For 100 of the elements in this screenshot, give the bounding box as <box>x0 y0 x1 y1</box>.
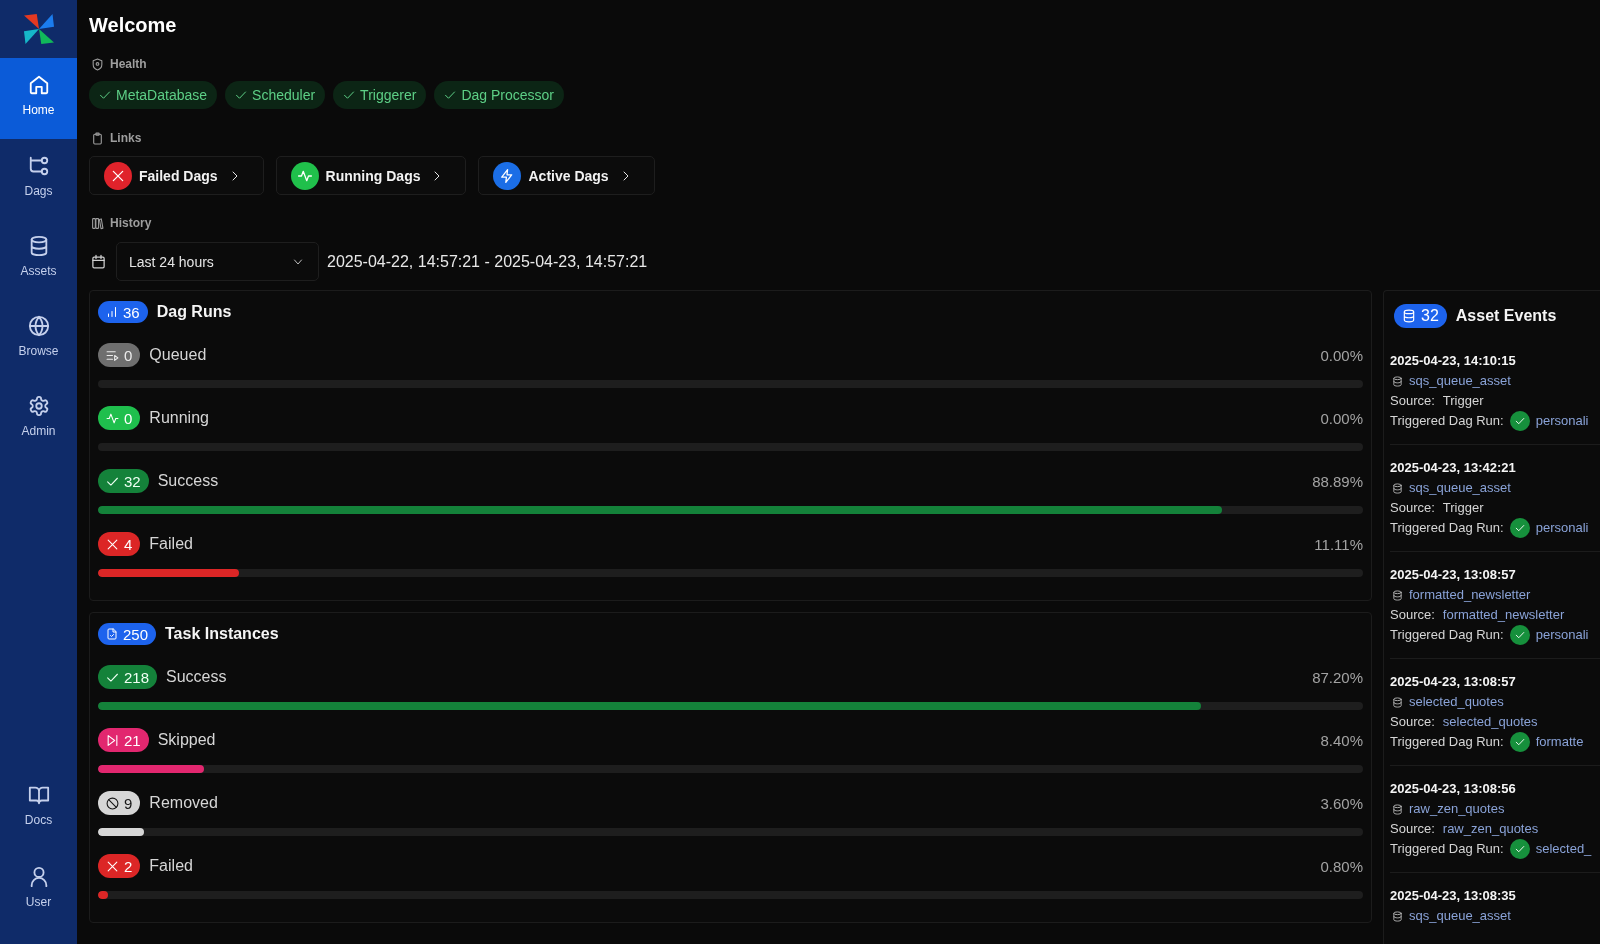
source-label: Source: <box>1390 606 1435 624</box>
bar-chart-icon <box>106 306 118 318</box>
sidebar-item[interactable]: Home <box>0 58 77 139</box>
cross-icon <box>106 537 119 551</box>
event-time: 2025-04-23, 13:08:57 <box>1390 566 1517 584</box>
source-value: Trigger <box>1442 499 1484 517</box>
database-icon <box>1392 696 1403 708</box>
asset-link[interactable]: formatted_newsletter <box>1409 585 1531 605</box>
section-label: Health <box>110 57 147 71</box>
link-button[interactable]: Failed Dags <box>89 156 264 195</box>
sidebar-item[interactable]: Dags <box>0 139 77 219</box>
event-time: 2025-04-23, 13:08:35 <box>1390 887 1517 905</box>
source-label: Source: <box>1390 392 1435 410</box>
health-label: Scheduler <box>252 87 316 103</box>
count-value: 250 <box>123 625 149 643</box>
books-icon <box>91 216 104 230</box>
link-button[interactable]: Running Dags <box>275 156 467 195</box>
queue-list-icon <box>106 348 119 362</box>
state-count: 0 <box>124 409 133 427</box>
source-value: Trigger <box>1442 392 1484 410</box>
state-label: Running <box>149 409 209 427</box>
sidebar-item[interactable]: Browse <box>0 299 77 379</box>
asset-link[interactable]: raw_zen_quotes <box>1409 799 1505 819</box>
health-label: Dag Processor <box>461 87 554 103</box>
event-time: 2025-04-23, 13:42:21 <box>1390 459 1517 477</box>
percent-value: 3.60% <box>1320 794 1363 812</box>
state-label: Queued <box>149 346 207 364</box>
event-time: 2025-04-23, 13:08:57 <box>1390 673 1517 691</box>
source-label: Source: <box>1390 820 1435 838</box>
sidebar-item[interactable]: Docs <box>0 768 77 850</box>
date-range-text: 2025-04-22, 14:57:21 - 2025-04-23, 14:57:21 <box>327 252 648 271</box>
health-label: Triggerer <box>360 87 417 103</box>
run-label: Triggered Dag Run: <box>1390 840 1504 858</box>
asset-link[interactable]: sqs_queue_asset <box>1409 906 1511 926</box>
source-link[interactable]: formatted_newsletter <box>1442 605 1565 625</box>
asset-link[interactable]: selected_quotes <box>1409 692 1504 712</box>
calendar-icon <box>91 254 106 269</box>
link-button[interactable]: Active Dags <box>478 156 655 195</box>
pulse-circle-icon <box>290 161 319 190</box>
time-range-select[interactable]: Last 24 hours <box>116 242 319 281</box>
percent-value: 87.20% <box>1312 668 1363 686</box>
state-label: Success <box>157 472 219 490</box>
event-time: 2025-04-23, 13:08:56 <box>1390 780 1517 798</box>
check-icon <box>99 89 111 101</box>
page-title: Welcome <box>89 13 177 38</box>
ban-icon <box>106 796 119 810</box>
database-icon <box>1402 309 1416 323</box>
asset-link[interactable]: sqs_queue_asset <box>1409 371 1511 391</box>
state-count: 21 <box>124 731 141 749</box>
state-label: Success <box>166 668 227 686</box>
clipboard-icon <box>91 131 104 145</box>
percent-value: 0.00% <box>1320 409 1363 427</box>
sidebar-item[interactable]: Assets <box>0 219 77 299</box>
section-label: Links <box>110 131 142 145</box>
run-label: Triggered Dag Run: <box>1390 519 1504 537</box>
dag-run-link[interactable]: formatte <box>1535 732 1584 752</box>
source-label: Source: <box>1390 713 1435 731</box>
card-title: Task Instances <box>165 625 279 643</box>
percent-value: 0.00% <box>1320 346 1363 364</box>
state-count: 2 <box>124 857 133 875</box>
event-time: 2025-04-23, 14:10:15 <box>1390 352 1517 370</box>
dag-run-link[interactable]: selected_ <box>1535 839 1592 859</box>
database-icon <box>1392 482 1403 494</box>
database-icon <box>1392 803 1403 815</box>
source-label: Source: <box>1390 499 1435 517</box>
card-title: Dag Runs <box>156 303 232 321</box>
run-label: Triggered Dag Run: <box>1390 733 1504 751</box>
pulse-icon <box>106 411 119 425</box>
health-label: MetaDatabase <box>116 87 208 103</box>
run-label: Triggered Dag Run: <box>1390 626 1504 644</box>
percent-value: 8.40% <box>1320 731 1363 749</box>
state-label: Skipped <box>157 731 216 749</box>
check-icon <box>444 89 457 101</box>
database-icon <box>1392 589 1403 601</box>
database-icon <box>1392 375 1403 387</box>
card-title: Asset Events <box>1455 307 1557 325</box>
asset-link[interactable]: sqs_queue_asset <box>1409 478 1511 498</box>
dag-run-link[interactable]: personali <box>1535 518 1589 538</box>
home-icon <box>27 74 50 96</box>
dag-run-link[interactable]: personali <box>1535 411 1589 431</box>
state-count: 218 <box>124 668 150 686</box>
source-link[interactable]: raw_zen_quotes <box>1442 819 1539 839</box>
run-label: Triggered Dag Run: <box>1390 412 1504 430</box>
sidebar-item[interactable]: Admin <box>0 379 77 459</box>
book-icon <box>27 784 50 806</box>
branch-icon <box>27 155 50 177</box>
state-count: 32 <box>124 472 141 490</box>
percent-value: 11.11% <box>1314 535 1363 553</box>
state-count: 0 <box>124 346 133 364</box>
cross-icon <box>106 859 119 873</box>
sidebar-item[interactable]: User <box>0 850 77 932</box>
globe-icon <box>27 315 50 337</box>
lightning-circle-icon <box>493 161 522 190</box>
count-value: 36 <box>123 303 140 321</box>
state-label: Failed <box>149 857 193 875</box>
state-count: 9 <box>124 794 133 812</box>
count-value: 32 <box>1421 307 1439 325</box>
dag-run-link[interactable]: personali <box>1535 625 1589 645</box>
percent-value: 0.80% <box>1320 857 1363 875</box>
source-link[interactable]: selected_quotes <box>1442 712 1538 732</box>
